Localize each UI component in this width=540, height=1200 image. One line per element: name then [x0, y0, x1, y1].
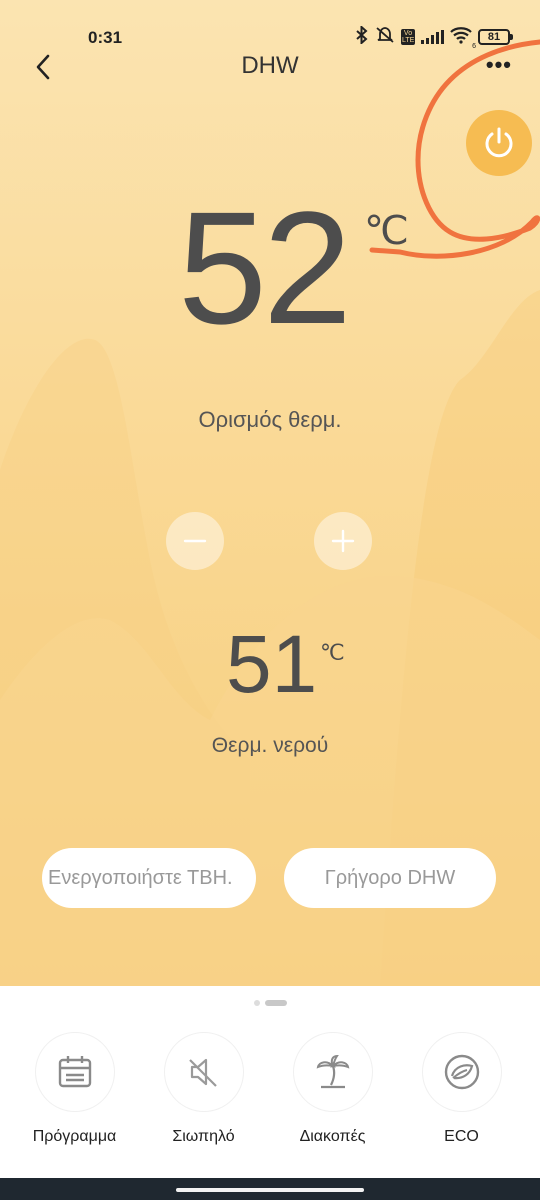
bottom-nav: Πρόγραμμα Σιωπηλό Διακοπές ECO	[0, 1032, 540, 1146]
nav-schedule[interactable]: Πρόγραμμα	[10, 1032, 139, 1146]
nav-holiday[interactable]: Διακοπές	[268, 1032, 397, 1146]
nav-schedule-label: Πρόγραμμα	[32, 1128, 117, 1145]
eco-leaf-icon	[421, 1032, 502, 1112]
background-hills	[0, 290, 540, 986]
setpoint-unit: ℃	[364, 209, 409, 253]
signal-icon	[421, 30, 444, 44]
plus-icon	[331, 529, 355, 553]
nav-silent[interactable]: Σιωπηλό	[139, 1032, 268, 1146]
wifi-icon: 6	[450, 26, 476, 50]
fast-dhw-label: Γρήγορο DHW	[324, 866, 456, 889]
water-temp-value: 51	[226, 619, 318, 710]
mute-icon	[163, 1032, 244, 1112]
water-temp-label: Θερμ. νερού	[211, 734, 329, 757]
power-icon	[485, 127, 513, 158]
power-button[interactable]	[466, 110, 532, 176]
status-time: 0:31	[88, 28, 123, 47]
volte-icon: Vo LTE	[401, 29, 415, 45]
decrease-temp-button[interactable]	[166, 512, 224, 570]
status-icons: Vo LTE 6 81	[355, 24, 513, 50]
bluetooth-icon	[355, 24, 369, 48]
page-dot	[253, 1000, 260, 1006]
enable-tbh-button[interactable]: Ενεργοποιήστε ΤΒΗ.	[42, 848, 256, 908]
page-indicator	[0, 1000, 540, 1006]
page-dot-active	[264, 1000, 287, 1006]
minus-icon	[183, 539, 207, 543]
battery-icon: 81	[478, 29, 513, 45]
increase-temp-button[interactable]	[314, 512, 372, 570]
page-title: DHW	[241, 52, 299, 79]
nav-eco-label: ECO	[444, 1128, 479, 1145]
palm-tree-icon	[292, 1032, 373, 1112]
setpoint-value: 52	[178, 178, 352, 357]
wifi-sub-label: 6	[472, 43, 476, 50]
main-panel	[0, 0, 540, 986]
silent-bell-icon	[375, 26, 395, 48]
fast-dhw-button[interactable]: Γρήγορο DHW	[284, 848, 496, 908]
status-bar: 0:31 Vo LTE 6 81	[0, 0, 540, 50]
calendar-icon	[34, 1032, 115, 1112]
nav-silent-label: Σιωπηλό	[172, 1128, 235, 1145]
more-options-button[interactable]: •••	[486, 52, 512, 78]
nav-eco[interactable]: ECO	[397, 1032, 526, 1146]
nav-holiday-label: Διακοπές	[299, 1128, 366, 1145]
setpoint-label: Ορισμός θερμ.	[198, 407, 342, 432]
water-temp-unit: ℃	[320, 640, 345, 665]
home-indicator[interactable]	[176, 1188, 364, 1192]
enable-tbh-label: Ενεργοποιήστε ΤΒΗ.	[48, 867, 233, 889]
